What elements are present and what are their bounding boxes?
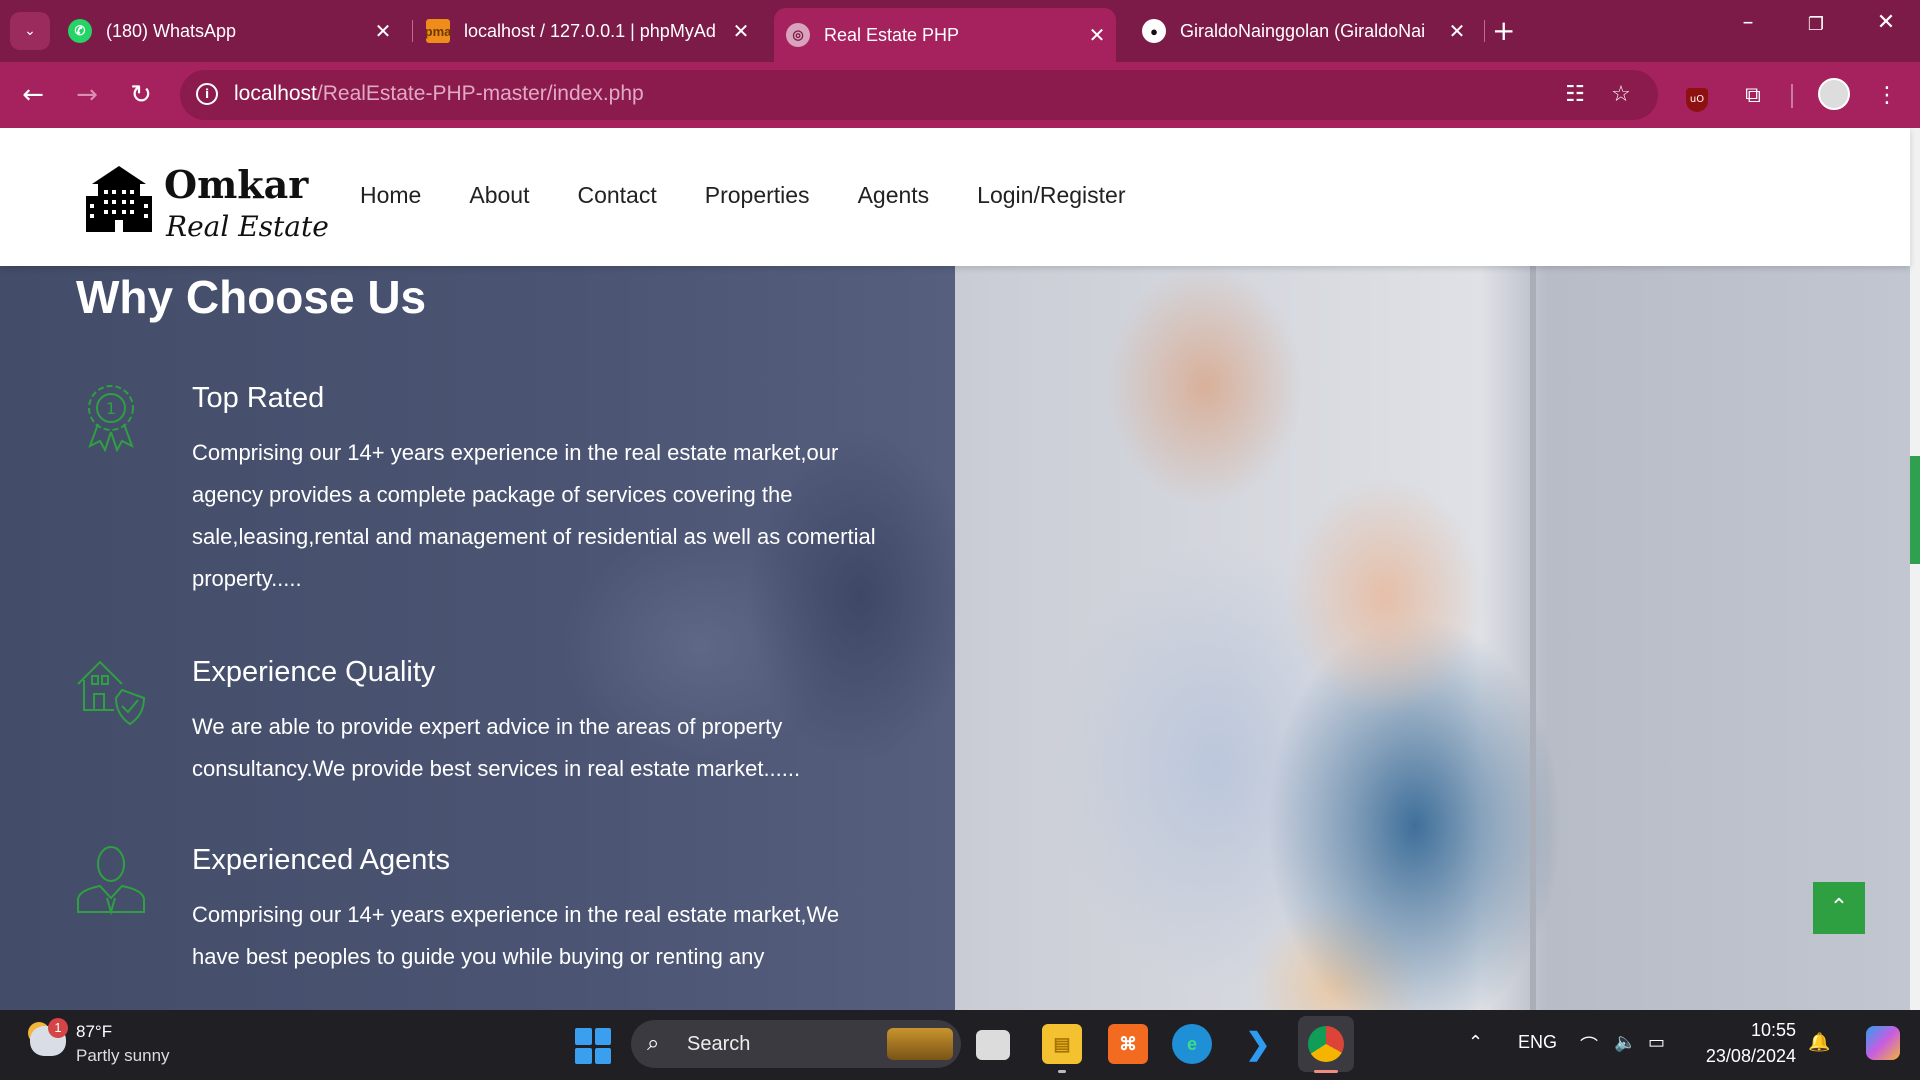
- back-button[interactable]: ←: [16, 78, 50, 112]
- taskbar: 1 87°F Partly sunny ⌕ Search ▤ ⌘ e ❯ ⌃ E…: [0, 1010, 1920, 1080]
- nav-contact[interactable]: Contact: [577, 182, 656, 209]
- bookmark-star-icon[interactable]: ☆: [1606, 82, 1636, 107]
- close-tab-icon[interactable]: ✕: [1442, 19, 1472, 44]
- windows-start-icon[interactable]: [575, 1028, 611, 1064]
- globe-icon: ◎: [786, 23, 810, 47]
- translate-icon[interactable]: ☷: [1560, 82, 1590, 107]
- feature-text-top-rated: Comprising our 14+ years experience in t…: [192, 440, 876, 591]
- close-tab-icon[interactable]: ✕: [1082, 23, 1112, 48]
- site-header: Omkar Real Estate Home About Contact Pro…: [0, 128, 1910, 266]
- nav-home[interactable]: Home: [360, 182, 421, 209]
- logo-name[interactable]: Omkar: [164, 162, 308, 207]
- volume-icon[interactable]: 🔈: [1614, 1032, 1636, 1053]
- edge-browser-icon[interactable]: e: [1172, 1024, 1212, 1064]
- clock-time[interactable]: 10:55: [1750, 1020, 1796, 1041]
- tab-title: (180) WhatsApp: [106, 20, 237, 41]
- xampp-icon[interactable]: ⌘: [1108, 1024, 1148, 1064]
- building-logo-icon: [86, 166, 152, 232]
- nav-properties[interactable]: Properties: [705, 182, 810, 209]
- tab-whatsapp[interactable]: ✆ (180) WhatsApp ✕: [68, 10, 398, 52]
- ublock-extension-icon[interactable]: uO: [1680, 79, 1714, 113]
- why-choose-us-section: Why Choose Us 1 Top Rated Comprising our…: [0, 266, 1910, 1010]
- weather-badge: 1: [48, 1018, 68, 1038]
- close-tab-icon[interactable]: ✕: [368, 19, 398, 44]
- tab-title: Real Estate PHP: [824, 24, 960, 45]
- battery-icon[interactable]: ▭: [1648, 1032, 1665, 1053]
- taskbar-search[interactable]: ⌕ Search: [631, 1020, 961, 1068]
- feature-title-experienced-agents: Experienced Agents: [192, 844, 450, 876]
- close-window-button[interactable]: ✕: [1866, 10, 1906, 35]
- show-hidden-icons-chevron[interactable]: ⌃: [1468, 1032, 1483, 1053]
- weather-description: Partly sunny: [76, 1046, 170, 1065]
- search-icon: ⌕: [647, 1030, 660, 1055]
- tab-phpmyadmin[interactable]: pma localhost / 127.0.0.1 | phpMyAd ✕: [426, 10, 756, 52]
- vscode-icon[interactable]: ❯: [1238, 1024, 1278, 1064]
- tab-real-estate-php[interactable]: ◎ Real Estate PHP ✕: [774, 8, 1116, 62]
- restore-button[interactable]: ❐: [1796, 14, 1836, 35]
- url-path: /RealEstate-PHP-master/index.php: [316, 82, 644, 105]
- main-nav: Home About Contact Properties Agents Log…: [360, 182, 1173, 209]
- address-bar[interactable]: i localhost/RealEstate-PHP-master/index.…: [180, 70, 1658, 120]
- nav-about[interactable]: About: [469, 182, 529, 209]
- phpmyadmin-icon: pma: [426, 19, 451, 43]
- task-view-icon[interactable]: [976, 1030, 1010, 1060]
- file-explorer-icon[interactable]: ▤: [1042, 1024, 1082, 1064]
- url-text[interactable]: localhost/RealEstate-PHP-master/index.ph…: [234, 82, 644, 106]
- section-title: Why Choose Us: [76, 271, 427, 323]
- github-icon: ●: [1142, 19, 1166, 43]
- page-viewport: Omkar Real Estate Home About Contact Pro…: [0, 128, 1920, 1010]
- browser-tab-bar: ⌄ ✆ (180) WhatsApp ✕ pma localhost / 127…: [0, 0, 1920, 62]
- minimize-button[interactable]: –: [1728, 10, 1768, 35]
- tab-search-button[interactable]: ⌄: [10, 12, 50, 50]
- scroll-to-top-button[interactable]: ⌃: [1813, 882, 1865, 934]
- copilot-icon[interactable]: [1866, 1026, 1900, 1060]
- whatsapp-icon: ✆: [68, 19, 92, 43]
- tab-title: localhost / 127.0.0.1 | phpMyAd: [464, 20, 716, 41]
- browser-toolbar: ← → ↻ i localhost/RealEstate-PHP-master/…: [0, 62, 1920, 128]
- search-label: Search: [687, 1033, 751, 1055]
- reload-button[interactable]: ↻: [124, 78, 158, 112]
- extensions-puzzle-icon[interactable]: ⧉: [1736, 79, 1770, 113]
- notification-bell-icon[interactable]: 🔔: [1808, 1032, 1830, 1053]
- scrollbar-thumb[interactable]: [1910, 456, 1920, 564]
- close-tab-icon[interactable]: ✕: [726, 19, 756, 44]
- site-info-icon[interactable]: i: [196, 83, 218, 105]
- house-check-icon: [77, 660, 146, 726]
- wifi-icon[interactable]: ⌒: [1580, 1032, 1598, 1058]
- new-tab-button[interactable]: +: [1492, 14, 1515, 47]
- browser-menu-icon[interactable]: ⋮: [1870, 79, 1904, 113]
- tab-title: GiraldoNainggolan (GiraldoNai: [1180, 20, 1426, 41]
- feature-text-experienced-agents: Comprising our 14+ years experience in t…: [192, 902, 840, 969]
- input-language[interactable]: ENG: [1518, 1032, 1557, 1053]
- feature-title-experience-quality: Experience Quality: [192, 656, 436, 688]
- feature-title-top-rated: Top Rated: [192, 382, 325, 414]
- svg-text:1: 1: [106, 399, 116, 418]
- url-host: localhost: [234, 82, 317, 105]
- nav-login-register[interactable]: Login/Register: [977, 182, 1125, 209]
- weather-temperature: 87°F: [76, 1022, 113, 1041]
- tab-github[interactable]: ● GiraldoNainggolan (GiraldoNai ✕: [1142, 10, 1472, 52]
- logo-tagline[interactable]: Real Estate: [166, 210, 329, 243]
- family-photo: [955, 266, 1910, 1010]
- award-badge-icon: 1: [88, 385, 134, 452]
- feature-text-experience-quality: We are able to provide expert advice in …: [192, 714, 801, 781]
- agent-person-icon: [77, 846, 145, 916]
- clock-date[interactable]: 23/08/2024: [1702, 1046, 1796, 1067]
- forward-button[interactable]: →: [70, 78, 104, 112]
- chrome-icon[interactable]: [1298, 1016, 1354, 1072]
- search-highlight-image: [887, 1028, 953, 1060]
- profile-avatar[interactable]: [1818, 78, 1850, 110]
- nav-agents[interactable]: Agents: [858, 182, 930, 209]
- page-scrollbar[interactable]: [1910, 128, 1920, 1010]
